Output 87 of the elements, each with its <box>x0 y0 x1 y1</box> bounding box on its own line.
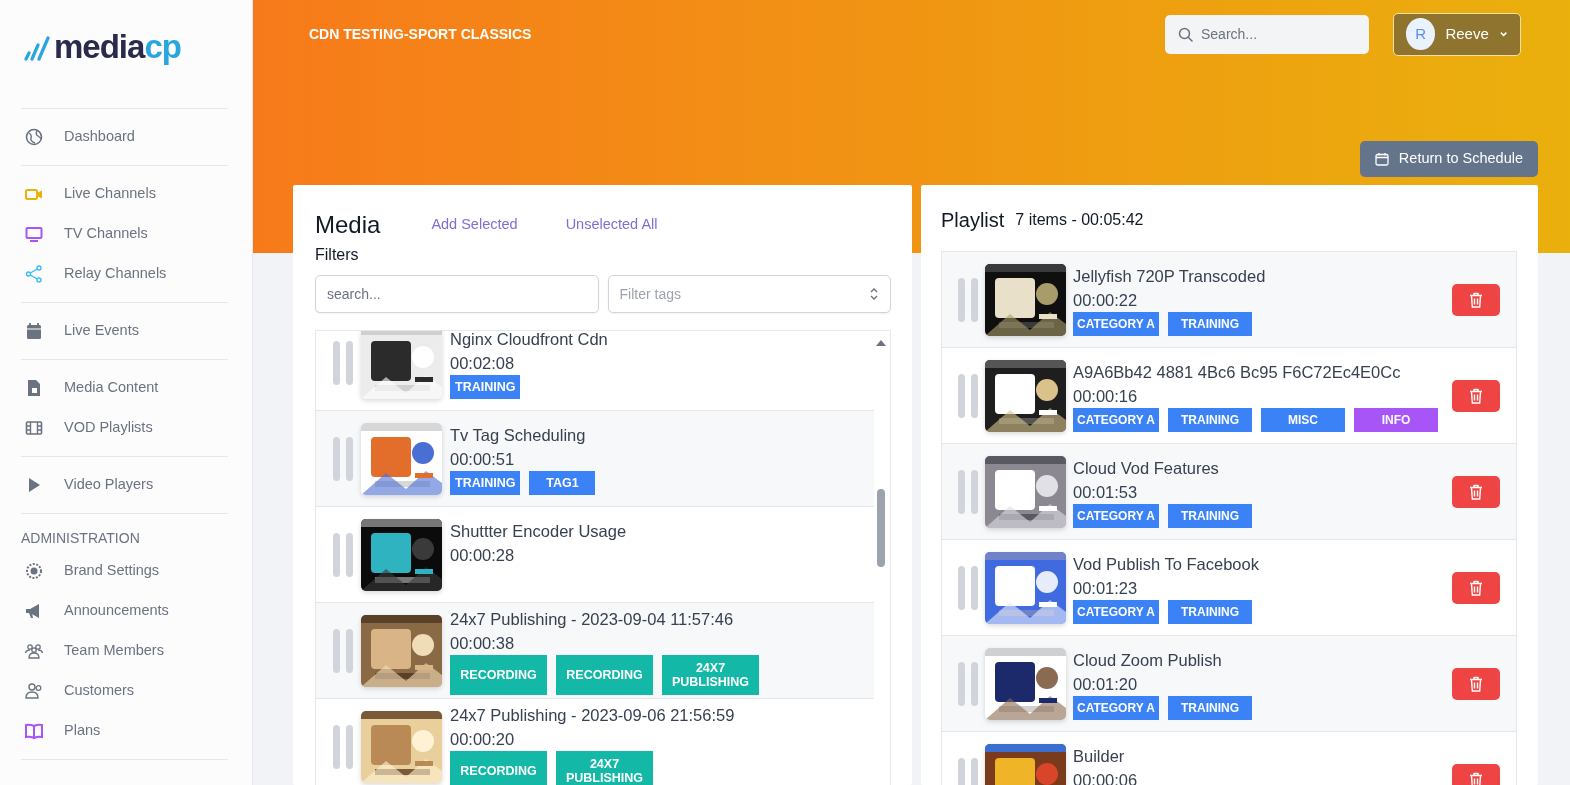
item-title: Vod Publish To Facebook <box>1073 553 1259 575</box>
return-to-schedule-button[interactable]: Return to Schedule <box>1359 141 1538 177</box>
sidebar-item[interactable]: Team Members <box>21 631 228 671</box>
delete-button[interactable] <box>1452 571 1500 604</box>
panel-title: Media <box>315 210 381 240</box>
item-duration: 00:01:20 <box>1073 673 1139 695</box>
search-field[interactable]: Search... <box>1165 14 1369 54</box>
sidebar-item[interactable]: Live Events <box>21 311 228 351</box>
tag: INFO <box>1354 407 1438 432</box>
item-duration: 00:00:28 <box>450 544 516 566</box>
tag: TAG1 <box>529 470 596 495</box>
item-duration: 00:02:08 <box>450 352 516 374</box>
sidebar-item[interactable]: TV Channels <box>21 214 228 254</box>
scrollbar-thumb[interactable] <box>877 489 885 567</box>
tag: MISC <box>1261 407 1345 432</box>
filters-label: Filters <box>315 245 360 265</box>
logo: mediacp <box>23 22 181 72</box>
tag: TRAINING <box>450 374 521 399</box>
tag: TRAINING <box>1168 311 1252 336</box>
trash-icon <box>1469 483 1483 500</box>
delete-button[interactable] <box>1452 379 1500 412</box>
tag: RECORDING <box>450 654 547 695</box>
sidebar-item[interactable]: Announcements <box>21 591 228 631</box>
user-menu-button[interactable]: R Reeve <box>1393 12 1521 56</box>
playlist-summary: 7 items - 00:05:42 <box>1015 210 1144 230</box>
item-title: 24x7 Publishing - 2023-09-06 21:56:59 <box>450 704 735 726</box>
tag: TRAINING <box>1168 695 1252 720</box>
trash-icon <box>1469 387 1483 404</box>
page-title: CDN TESTING-SPORT CLASSICS <box>309 24 532 44</box>
tag-filter-select[interactable]: Filter tags <box>607 275 891 313</box>
tag: CATEGORY A <box>1073 599 1159 624</box>
item-duration: 00:01:23 <box>1073 577 1139 599</box>
item-duration: 00:00:22 <box>1073 289 1139 311</box>
sidebar-item[interactable]: Plans <box>21 711 228 751</box>
trash-icon <box>1469 771 1483 785</box>
sidebar-item[interactable]: Live Channels <box>21 174 228 214</box>
item-duration: 00:00:20 <box>450 728 516 750</box>
delete-button[interactable] <box>1452 283 1500 316</box>
tag: CATEGORY A <box>1073 311 1159 336</box>
sidebar-item[interactable]: Customers <box>21 671 228 711</box>
trash-icon <box>1469 579 1483 596</box>
sidebar-item[interactable]: Relay Channels <box>21 254 228 294</box>
item-title: 24x7 Publishing - 2023-09-04 11:57:46 <box>450 608 735 630</box>
tag: 24X7 PUBLISHING <box>556 750 653 785</box>
item-title: Cloud Zoom Publish <box>1073 649 1223 671</box>
panel-title: Playlist <box>941 208 1005 233</box>
tag: TRAINING <box>1168 599 1252 624</box>
unselect-all-link[interactable]: Unselected All <box>565 214 658 236</box>
delete-button[interactable] <box>1452 475 1500 508</box>
item-duration: 00:00:38 <box>450 632 516 654</box>
scroll-up-icon[interactable] <box>875 339 887 347</box>
sidebar-item[interactable]: Brand Settings <box>21 551 228 591</box>
tag: RECORDING <box>556 654 653 695</box>
tag: 24X7 PUBLISHING <box>662 654 759 695</box>
calendar-icon <box>1374 152 1389 166</box>
item-title: Nginx Cloudfront Cdn <box>450 331 608 350</box>
item-duration: 00:00:51 <box>450 448 516 470</box>
item-duration: 00:00:06 <box>1073 769 1138 785</box>
trash-icon <box>1469 291 1483 308</box>
avatar: R <box>1406 18 1436 50</box>
tag: TRAINING <box>1168 503 1252 528</box>
item-title: Builder <box>1073 745 1126 767</box>
item-duration: 00:01:53 <box>1073 481 1139 503</box>
sidebar-item[interactable]: Video Players <box>21 465 228 505</box>
sidebar-item[interactable]: Dashboard <box>21 117 228 157</box>
search-icon <box>1178 26 1194 43</box>
sidebar-item[interactable]: Media Content <box>21 368 228 408</box>
item-title: Cloud Vod Features <box>1073 457 1220 479</box>
tag: TRAINING <box>450 470 521 495</box>
tag: CATEGORY A <box>1073 407 1159 432</box>
tag: CATEGORY A <box>1073 695 1159 720</box>
tag: RECORDING <box>450 750 547 785</box>
add-selected-link[interactable]: Add Selected <box>431 214 518 236</box>
search-field[interactable]: search... <box>315 275 599 313</box>
chevron-down-icon <box>1498 30 1508 38</box>
tag: CATEGORY A <box>1073 503 1159 528</box>
delete-button[interactable] <box>1452 667 1500 700</box>
item-title: Jellyfish 720P Transcoded <box>1073 265 1266 287</box>
trash-icon <box>1469 675 1483 692</box>
section-heading: ADMINISTRATION <box>21 529 141 548</box>
sidebar-item[interactable]: VOD Playlists <box>21 408 228 448</box>
item-duration: 00:00:16 <box>1073 385 1139 407</box>
tag: TRAINING <box>1168 407 1252 432</box>
item-title: A9A6Bb42 4881 4Bc6 Bc95 F6C72Ec4E0Cc <box>1073 361 1402 383</box>
item-title: Shuttter Encoder Usage <box>450 520 627 542</box>
sort-icon <box>869 286 879 302</box>
item-title: Tv Tag Scheduling <box>450 424 587 446</box>
